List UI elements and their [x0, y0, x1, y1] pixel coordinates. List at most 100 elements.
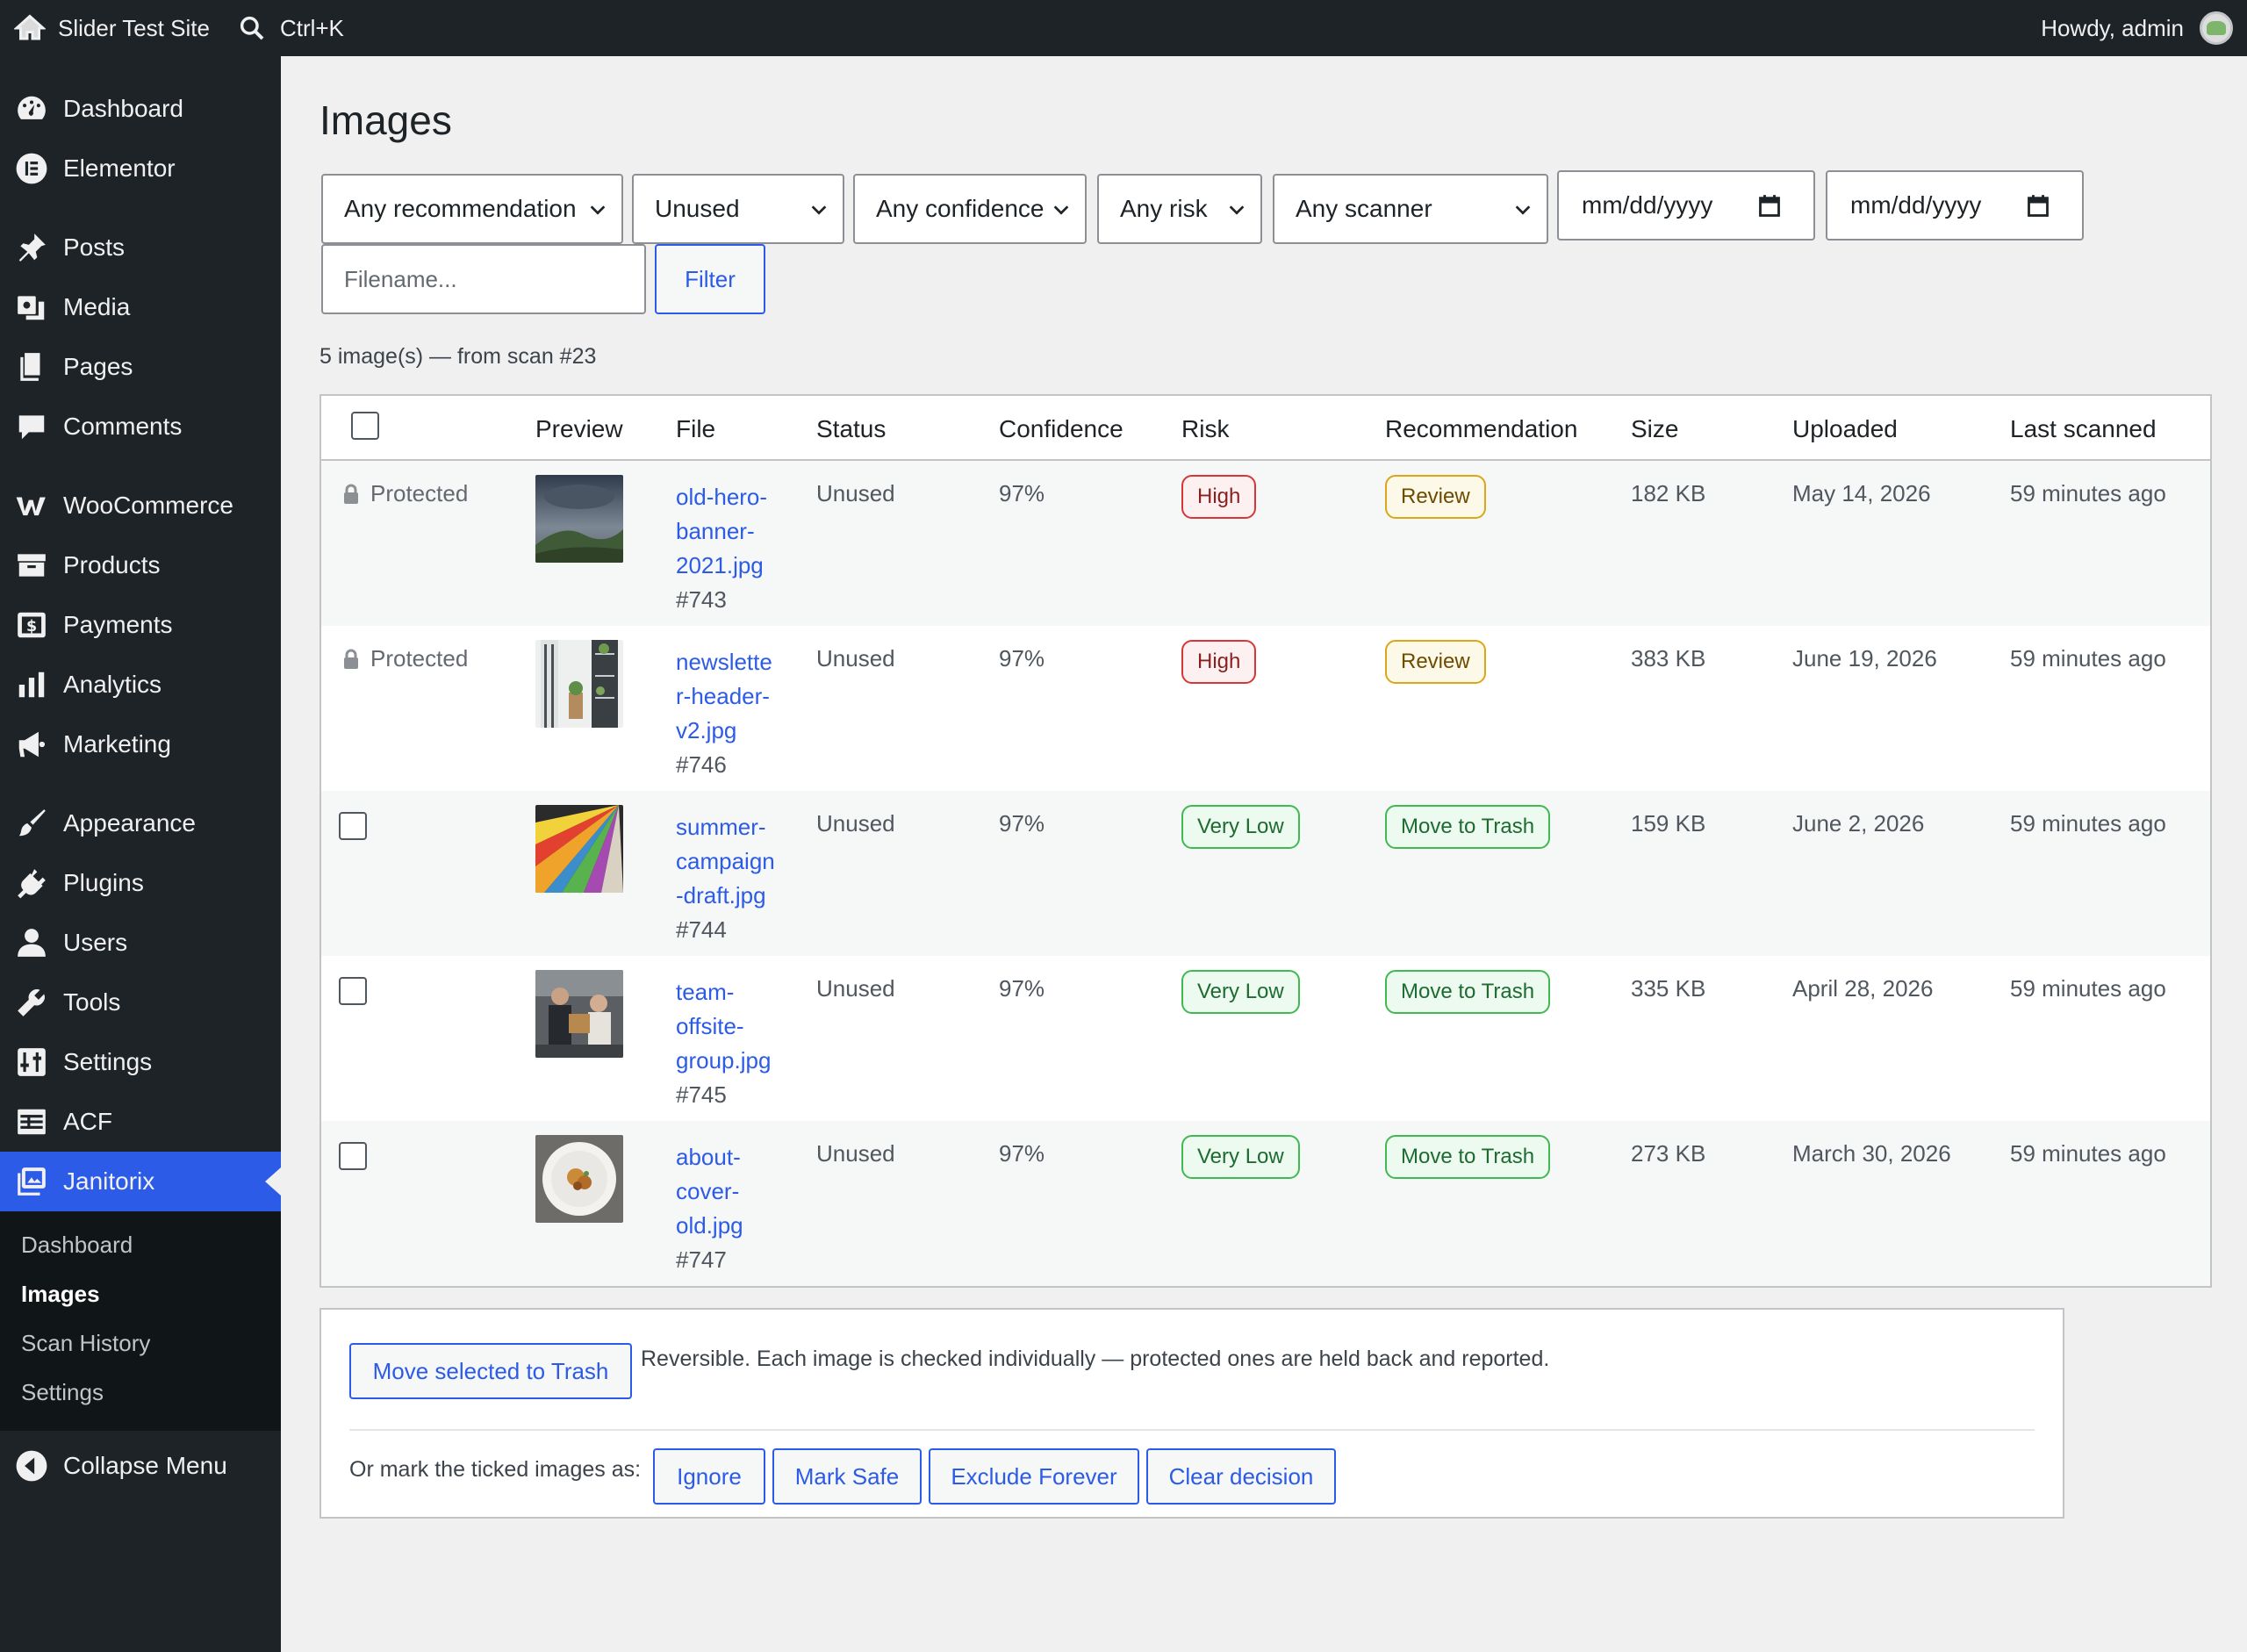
select-all-checkbox[interactable]: [351, 412, 379, 440]
file-link[interactable]: old-hero- banner- 2021.jpg: [676, 480, 788, 583]
collapse-menu[interactable]: Collapse Menu: [0, 1436, 281, 1496]
risk-badge: Very Low: [1181, 805, 1300, 849]
mark-safe-button[interactable]: Mark Safe: [772, 1448, 922, 1505]
risk-badge: Very Low: [1181, 1135, 1300, 1179]
calendar-icon[interactable]: [1757, 193, 1782, 219]
menu-marketing[interactable]: Marketing: [0, 715, 281, 774]
attachment-id: #747: [676, 1246, 727, 1273]
ignore-button[interactable]: Ignore: [653, 1448, 765, 1505]
menu-users[interactable]: Users: [0, 913, 281, 973]
row-checkbox[interactable]: [339, 1142, 367, 1170]
calendar-icon[interactable]: [2026, 193, 2050, 219]
menu-label: Pages: [63, 353, 133, 380]
command-search[interactable]: Ctrl+K: [238, 0, 344, 56]
risk-cell: High: [1181, 640, 1257, 684]
col-last-scanned[interactable]: Last scanned: [2010, 415, 2157, 443]
table-row: team- offsite- group.jpg #745 Unused 97%…: [321, 956, 2210, 1121]
col-confidence[interactable]: Confidence: [999, 415, 1124, 443]
submenu-scan-history[interactable]: Scan History: [0, 1318, 281, 1368]
table-row: summer- campaign -draft.jpg #744 Unused …: [321, 791, 2210, 956]
admin-sidebar: Dashboard Elementor Posts Media Pages Co…: [0, 56, 281, 1652]
risk-filter[interactable]: Any risk: [1097, 174, 1262, 244]
menu-products[interactable]: Products: [0, 535, 281, 595]
recommendation-filter[interactable]: Any recommendation: [321, 174, 623, 244]
menu-media[interactable]: Media: [0, 277, 281, 337]
date-to-input[interactable]: mm/dd/yyyy: [1826, 170, 2084, 241]
scanner-filter[interactable]: Any scanner: [1273, 174, 1548, 244]
col-risk[interactable]: Risk: [1181, 415, 1229, 443]
thumbnail-group: [535, 970, 623, 1058]
file-cell: team- offsite- group.jpg #745: [676, 975, 788, 1112]
file-name-line: old-hero-: [676, 484, 768, 510]
filter-button[interactable]: Filter: [655, 244, 765, 314]
user-icon: [14, 925, 49, 960]
menu-plugins[interactable]: Plugins: [0, 853, 281, 913]
menu-dashboard[interactable]: Dashboard: [0, 79, 281, 139]
clear-decision-button[interactable]: Clear decision: [1146, 1448, 1336, 1505]
file-link[interactable]: newslette r-header- v2.jpg: [676, 645, 788, 748]
file-link[interactable]: summer- campaign -draft.jpg: [676, 810, 788, 913]
menu-woocommerce[interactable]: WooCommerce: [0, 476, 281, 535]
file-link[interactable]: about- cover- old.jpg: [676, 1140, 788, 1243]
filename-input[interactable]: Filename...: [321, 244, 646, 314]
recommendation-cell: Move to Trash: [1385, 1135, 1551, 1179]
exclude-forever-button[interactable]: Exclude Forever: [929, 1448, 1139, 1505]
admin-bar: Slider Test Site Ctrl+K Howdy, admin: [0, 0, 2247, 56]
table-row: Protected old-hero- banner- 2021.jpg #74…: [321, 461, 2210, 626]
row-checkbox[interactable]: [339, 812, 367, 840]
status-cell: Unused: [816, 1140, 895, 1167]
col-preview[interactable]: Preview: [535, 415, 623, 443]
col-file[interactable]: File: [676, 415, 715, 443]
scanned-cell: 59 minutes ago: [2010, 1140, 2166, 1167]
menu-pages[interactable]: Pages: [0, 337, 281, 397]
menu-analytics[interactable]: Analytics: [0, 655, 281, 715]
submenu-settings[interactable]: Settings: [0, 1368, 281, 1417]
scanned-cell: 59 minutes ago: [2010, 480, 2166, 506]
menu-posts[interactable]: Posts: [0, 218, 281, 277]
avatar: [2200, 11, 2233, 45]
menu-janitorix[interactable]: Janitorix: [0, 1152, 281, 1211]
menu-label: Janitorix: [63, 1167, 155, 1195]
menu-elementor[interactable]: Elementor: [0, 139, 281, 198]
menu-payments[interactable]: $ Payments: [0, 595, 281, 655]
file-link[interactable]: team- offsite- group.jpg: [676, 975, 788, 1078]
file-name-line: banner-: [676, 518, 755, 544]
recommendation-badge: Review: [1385, 475, 1486, 519]
status-filter[interactable]: Unused: [632, 174, 844, 244]
recommendation-cell: Review: [1385, 640, 1486, 684]
col-size[interactable]: Size: [1631, 415, 1678, 443]
col-status[interactable]: Status: [816, 415, 886, 443]
col-recommendation[interactable]: Recommendation: [1385, 415, 1577, 443]
greeting: Howdy, admin: [2041, 14, 2184, 41]
risk-cell: Very Low: [1181, 805, 1300, 849]
date-from-input[interactable]: mm/dd/yyyy: [1557, 170, 1815, 241]
account-menu[interactable]: Howdy, admin: [2041, 0, 2233, 56]
pages-icon: [14, 349, 49, 384]
submenu-dashboard[interactable]: Dashboard: [0, 1220, 281, 1269]
move-to-trash-button[interactable]: Move selected to Trash: [349, 1343, 632, 1399]
site-home-link[interactable]: Slider Test Site: [0, 0, 210, 56]
file-name-line: group.jpg: [676, 1047, 772, 1074]
menu-label: Dashboard: [63, 95, 183, 122]
submenu-images[interactable]: Images: [0, 1269, 281, 1318]
site-name: Slider Test Site: [58, 14, 210, 41]
row-checkbox[interactable]: [339, 977, 367, 1005]
menu-appearance[interactable]: Appearance: [0, 794, 281, 853]
janitorix-submenu: Dashboard Images Scan History Settings: [0, 1211, 281, 1431]
menu-settings[interactable]: Settings: [0, 1032, 281, 1092]
search-icon: [240, 16, 264, 40]
menu-label: Tools: [63, 988, 121, 1016]
file-cell: summer- campaign -draft.jpg #744: [676, 810, 788, 947]
menu-comments[interactable]: Comments: [0, 397, 281, 456]
menu-acf[interactable]: ACF: [0, 1092, 281, 1152]
analytics-icon: [14, 667, 49, 702]
pin-icon: [14, 230, 49, 265]
dashboard-icon: [14, 91, 49, 126]
date-from-value: mm/dd/yyyy: [1582, 191, 1713, 219]
menu-tools[interactable]: Tools: [0, 973, 281, 1032]
confidence-filter[interactable]: Any confidence: [853, 174, 1087, 244]
recommendation-badge: Move to Trash: [1385, 970, 1551, 1014]
mark-label: Or mark the ticked images as:: [349, 1457, 642, 1482]
col-uploaded[interactable]: Uploaded: [1792, 415, 1898, 443]
uploaded-cell: April 28, 2026: [1792, 975, 1934, 1002]
